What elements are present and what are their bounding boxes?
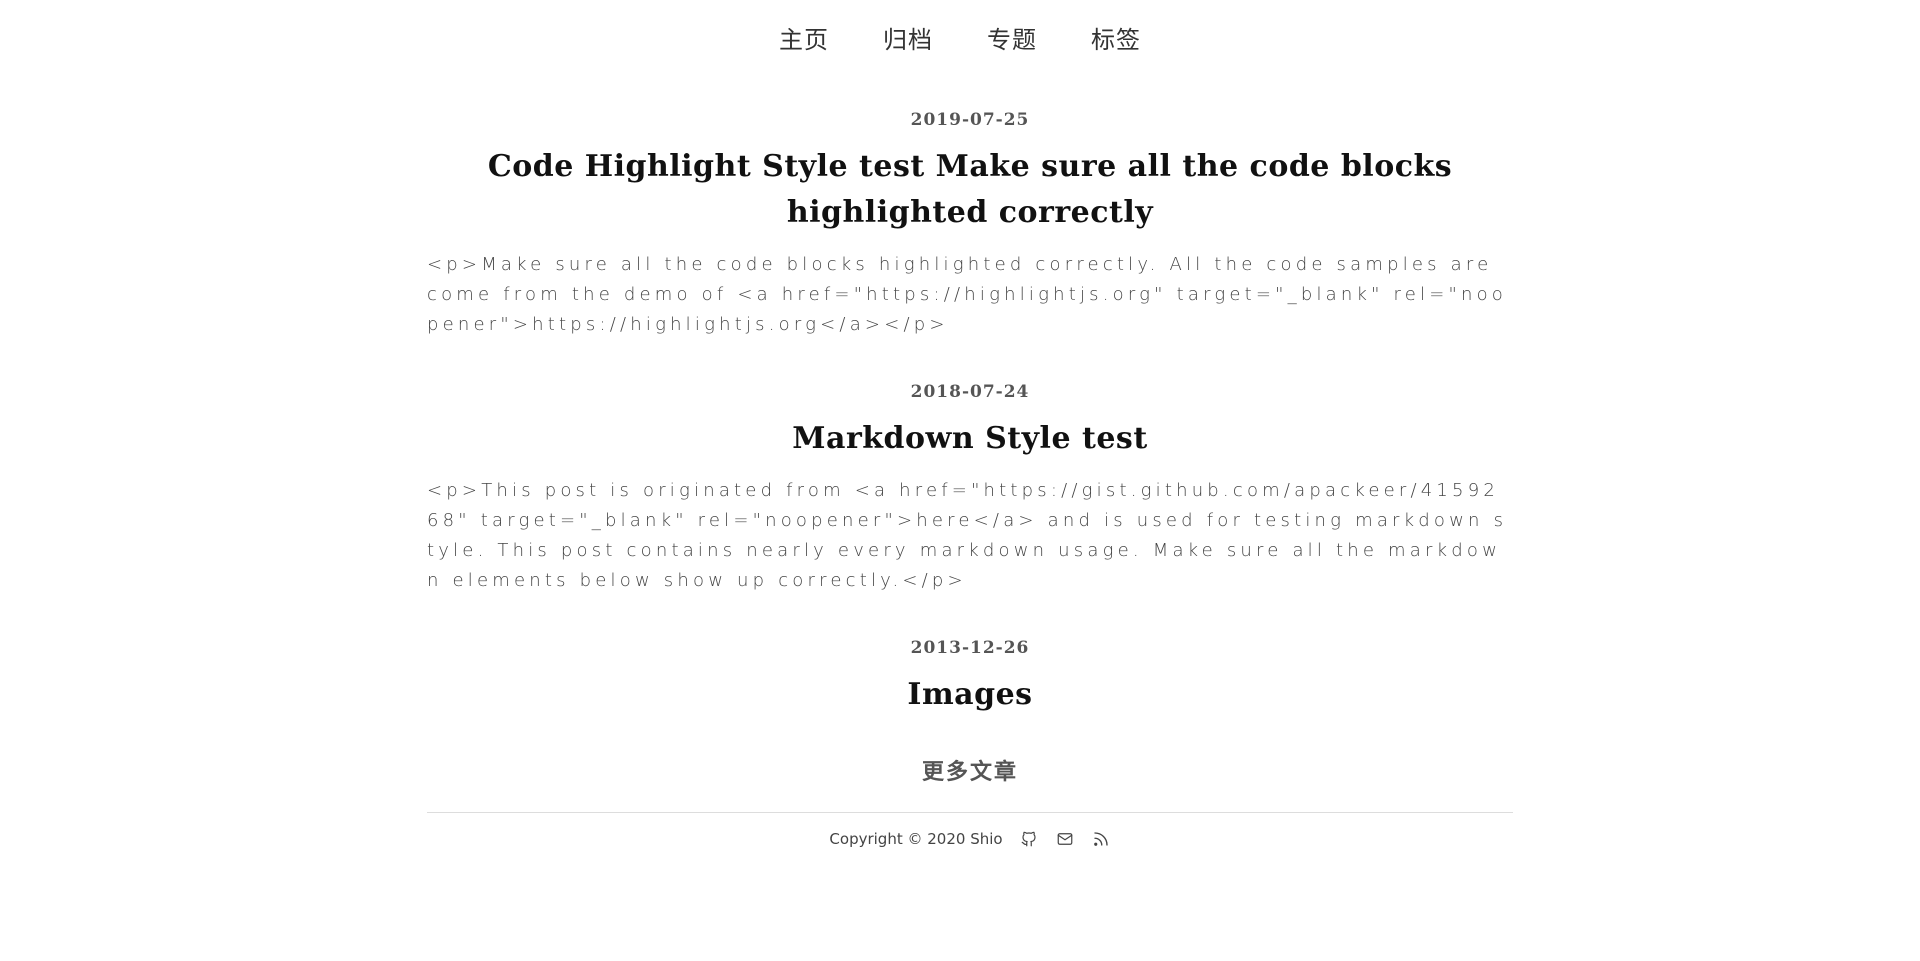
post-item: 2018-07-24 Markdown Style test <p>This p… — [427, 382, 1513, 596]
rss-icon[interactable] — [1091, 829, 1111, 849]
post-date: 2018-07-24 — [910, 382, 1030, 402]
post-title-link[interactable]: Markdown Style test — [427, 416, 1513, 462]
copyright-text: Copyright © 2020 Shio — [829, 830, 1003, 848]
post-list: 2019-07-25 Code Highlight Style test Mak… — [427, 110, 1513, 849]
footer-divider — [427, 812, 1513, 813]
post-date: 2013-12-26 — [910, 638, 1030, 658]
github-icon[interactable] — [1019, 829, 1039, 849]
nav-tags[interactable]: 标签 — [1091, 20, 1141, 55]
mail-icon[interactable] — [1055, 829, 1075, 849]
post-title-link[interactable]: Code Highlight Style test Make sure all … — [427, 144, 1513, 236]
post-item: 2013-12-26 Images — [427, 638, 1513, 718]
post-excerpt: <p>Make sure all the code blocks highlig… — [427, 254, 1508, 335]
top-nav: 主页 归档 专题 标签 — [0, 20, 1920, 55]
post-excerpt: <p>This post is originated from <a href=… — [427, 480, 1508, 591]
nav-archive[interactable]: 归档 — [883, 20, 933, 55]
post-date: 2019-07-25 — [910, 110, 1030, 130]
footer: Copyright © 2020 Shio — [427, 829, 1513, 849]
nav-home[interactable]: 主页 — [779, 20, 829, 55]
post-title-link[interactable]: Images — [427, 672, 1513, 718]
post-item: 2019-07-25 Code Highlight Style test Mak… — [427, 110, 1513, 340]
nav-topics[interactable]: 专题 — [987, 20, 1037, 55]
more-posts-link[interactable]: 更多文章 — [427, 754, 1513, 786]
